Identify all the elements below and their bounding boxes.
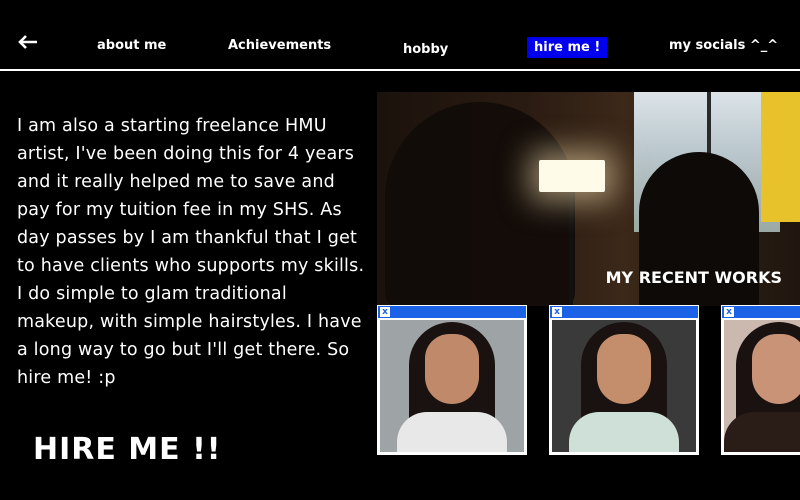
hire-me-heading: HIRE ME !!: [33, 432, 222, 467]
thumbnail-titlebar: x: [378, 306, 526, 318]
hero-wall: [761, 92, 800, 222]
close-icon[interactable]: x: [724, 307, 734, 317]
nav-hire-me[interactable]: hire me !: [527, 37, 608, 58]
thumbnail-outfit: [724, 412, 800, 452]
thumbnail-face: [597, 334, 651, 404]
hero-artist-silhouette: [385, 102, 575, 306]
work-thumbnail-1[interactable]: x: [377, 305, 527, 455]
work-thumbnail-3[interactable]: x: [721, 305, 800, 455]
thumbnail-outfit: [569, 412, 679, 452]
thumbnail-face: [752, 334, 800, 404]
thumbnail-outfit: [397, 412, 507, 452]
close-icon[interactable]: x: [552, 307, 562, 317]
work-thumbnail-2[interactable]: x: [549, 305, 699, 455]
thumbnail-titlebar: x: [722, 306, 800, 318]
thumbnail-photo: [552, 320, 696, 452]
back-arrow-icon[interactable]: [18, 35, 38, 49]
intro-paragraph: I am also a starting freelance HMU artis…: [17, 116, 365, 388]
thumbnail-photo: [380, 320, 524, 452]
hero-light-stand: [569, 192, 573, 306]
recent-works-caption: MY RECENT WORKS: [605, 268, 782, 287]
nav-achievements[interactable]: Achievements: [228, 38, 331, 53]
hero-photo: MY RECENT WORKS: [377, 92, 800, 306]
close-icon[interactable]: x: [380, 307, 390, 317]
nav-about-me[interactable]: about me: [97, 38, 166, 53]
hero-ring-light: [539, 160, 605, 192]
thumbnail-face: [425, 334, 479, 404]
nav-my-socials[interactable]: my socials ^_^: [669, 38, 778, 53]
nav-hobby[interactable]: hobby: [403, 42, 448, 57]
nav-divider: [0, 69, 800, 71]
thumbnail-titlebar: x: [550, 306, 698, 318]
thumbnail-photo: [724, 320, 800, 452]
top-nav: about me Achievements hobby hire me ! my…: [0, 0, 800, 71]
